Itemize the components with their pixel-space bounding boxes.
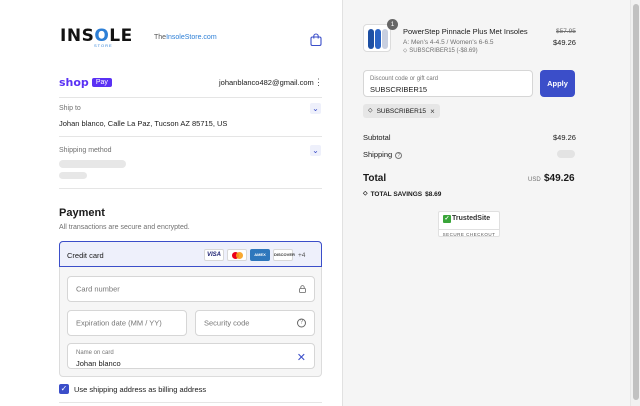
credit-card-label: Credit card — [67, 251, 104, 260]
name-on-card-value: Johan blanco — [76, 359, 121, 368]
trustedsite-title: ✓ TrustedSite — [443, 215, 491, 223]
quantity-badge: 1 — [387, 19, 398, 30]
clear-icon[interactable]: ✕ — [297, 353, 306, 364]
product-variant: A: Men's 4-4.5 / Women's 6-6.5 — [403, 39, 494, 46]
card-number-field[interactable]: Card number — [67, 276, 315, 302]
help-circle-icon[interactable]: ? — [395, 151, 403, 159]
account-email: johanblanco482@gmail.com — [219, 78, 314, 87]
card-brand-icons: VISA AMEX DISCOVER +4 — [204, 249, 305, 261]
check-icon: ✓ — [443, 215, 451, 223]
original-price: $57.95 — [556, 28, 576, 35]
amex-icon: AMEX — [250, 249, 270, 261]
lock-icon — [299, 285, 306, 293]
discount-code-value: SUBSCRIBER15 — [370, 85, 428, 94]
total-label: Total — [363, 173, 387, 184]
order-summary-panel — [342, 0, 630, 406]
shop-pay-badge: Pay — [91, 77, 112, 87]
total-value: $49.26 — [544, 173, 575, 184]
apply-button[interactable]: Apply — [540, 70, 575, 97]
shop-pay-shop: shop — [59, 75, 89, 89]
trustedsite-badge[interactable]: ✓ TrustedSite SECURE CHECKOUT — [438, 211, 500, 237]
name-on-card-label: Name on card — [76, 350, 114, 356]
loading-skeleton — [59, 160, 126, 168]
subtotal-value: $49.26 — [553, 133, 576, 142]
shipping-label: Shipping? — [363, 150, 403, 159]
product-thumbnail — [363, 24, 391, 52]
billing-checkbox-label: Use shipping address as billing address — [74, 385, 207, 394]
divider — [59, 97, 322, 98]
product-discount: ⬦ SUBSCRIBER15 (-$8.69) — [403, 48, 478, 54]
divider — [59, 188, 322, 189]
security-code-placeholder: Security code — [204, 318, 250, 328]
ship-to-label: Ship to — [59, 105, 81, 112]
total-savings: ⬦ TOTAL SAVINGS $8.69 — [363, 190, 442, 198]
billing-checkbox[interactable]: ✓ — [59, 384, 69, 394]
subtotal-label: Subtotal — [363, 133, 391, 142]
help-circle-icon[interactable]: ? — [297, 318, 306, 328]
logo-site-name: TheInsoleStore.com — [154, 34, 217, 41]
item-price: $49.26 — [553, 38, 576, 47]
payment-heading: Payment — [59, 207, 105, 219]
divider — [59, 402, 322, 403]
tag-icon: ⬦ — [368, 107, 373, 114]
product-name: PowerStep Pinnacle Plus Met Insoles — [403, 27, 528, 36]
card-number-placeholder: Card number — [76, 284, 120, 294]
security-code-field[interactable]: Security code ? — [195, 310, 315, 336]
divider — [59, 136, 322, 137]
store-logo[interactable]: INSOLE STORE TheInsoleStore.com — [60, 26, 217, 50]
applied-discount-chip: ⬦ SUBSCRIBER15 × — [363, 104, 440, 118]
credit-card-option[interactable]: Credit card VISA AMEX DISCOVER +4 — [59, 241, 322, 267]
discover-icon: DISCOVER — [273, 249, 295, 261]
shopping-bag-icon[interactable] — [310, 33, 322, 46]
discount-code-label: Discount code or gift card — [370, 76, 439, 82]
expiration-placeholder: Expiration date (MM / YY) — [76, 318, 162, 328]
scrollbar[interactable] — [630, 0, 640, 406]
more-cards-count: +4 — [298, 251, 306, 259]
mastercard-icon — [227, 249, 247, 261]
credit-card-section: Credit card VISA AMEX DISCOVER +4 Card n… — [59, 241, 322, 377]
scrollbar-thumb[interactable] — [633, 4, 639, 400]
remove-discount-icon[interactable]: × — [430, 107, 435, 116]
ship-to-address: Johan blanco, Calle La Paz, Tucson AZ 85… — [59, 119, 228, 128]
kebab-icon[interactable]: ⋮ — [314, 77, 323, 87]
chevron-down-icon[interactable]: ⌄ — [310, 103, 321, 114]
shipping-method-label: Shipping method — [59, 147, 112, 154]
checkout-main-panel: INSOLE STORE TheInsoleStore.com shop Pay… — [0, 0, 342, 406]
shop-pay-logo: shop Pay — [59, 75, 112, 89]
applied-code: SUBSCRIBER15 — [376, 107, 427, 115]
shipping-loading-skeleton — [557, 150, 575, 158]
visa-icon: VISA — [204, 249, 224, 261]
loading-skeleton — [59, 172, 87, 179]
logo-subtext: STORE — [94, 43, 113, 48]
tag-icon: ⬦ — [403, 48, 408, 54]
trustedsite-subtitle: SECURE CHECKOUT — [439, 229, 499, 237]
discount-code-input[interactable]: Discount code or gift card SUBSCRIBER15 — [363, 70, 533, 97]
tag-icon: ⬦ — [363, 190, 368, 197]
chevron-down-icon[interactable]: ⌄ — [310, 145, 321, 156]
currency-code: USD — [528, 177, 541, 183]
name-on-card-field[interactable]: Name on card Johan blanco ✕ — [67, 343, 315, 369]
expiration-date-field[interactable]: Expiration date (MM / YY) — [67, 310, 187, 336]
payment-subtitle: All transactions are secure and encrypte… — [59, 224, 190, 231]
